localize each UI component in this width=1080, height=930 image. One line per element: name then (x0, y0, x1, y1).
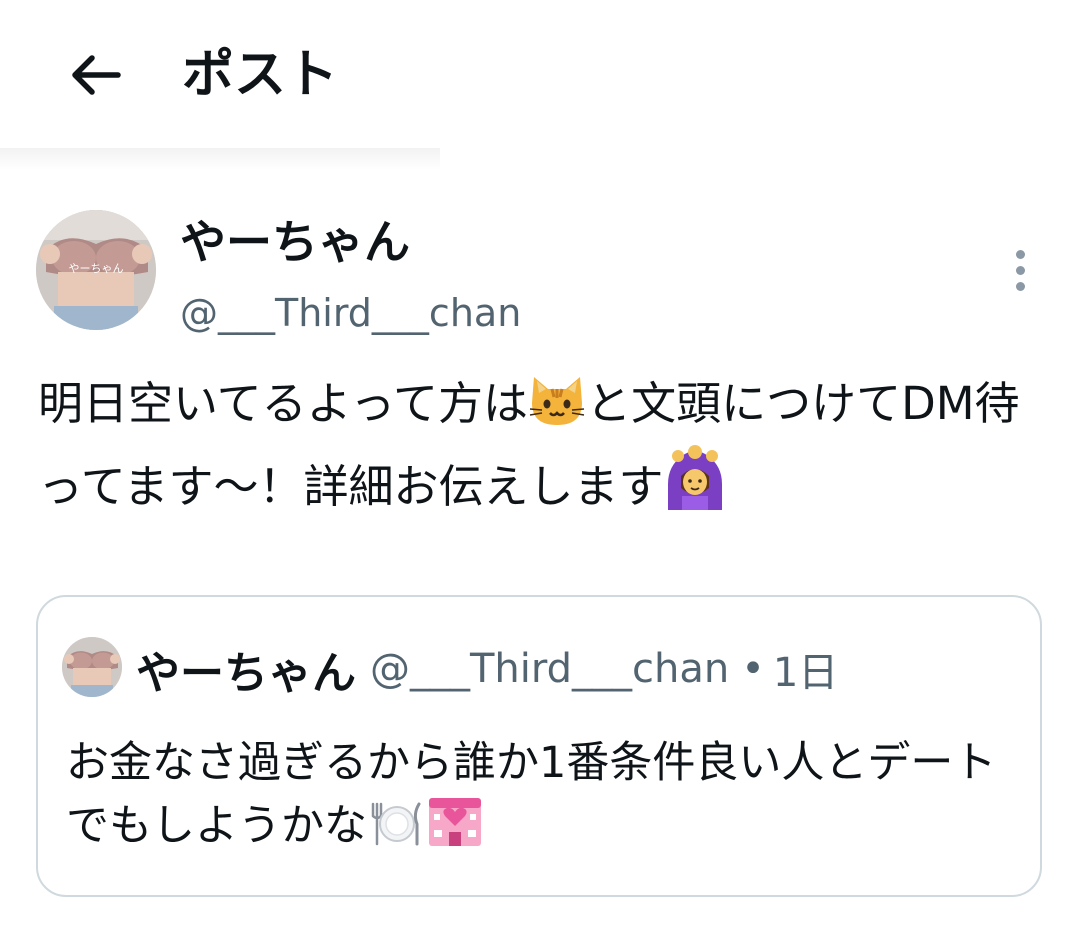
fork-knife-plate-emoji (367, 798, 425, 865)
quoted-display-name: やーちゃん (136, 648, 356, 699)
more-options-button[interactable] (1000, 244, 1040, 296)
avatar-photo: やーちゃん (36, 210, 156, 330)
author-display-name[interactable]: やーちゃん (180, 212, 410, 272)
page-title: ポスト (182, 45, 339, 105)
quoted-avatar[interactable] (62, 637, 122, 697)
top-bar: ポスト (0, 0, 1080, 150)
more-dot (1015, 265, 1025, 275)
love-hotel-emoji (425, 794, 485, 865)
quoted-handle: @___Third___chan (370, 646, 730, 692)
more-dot (1015, 281, 1025, 291)
post-text-part1: 明日空いてるよって方は (38, 377, 529, 430)
svg-text:やーちゃん: やーちゃん (69, 262, 124, 275)
post-detail-page: ポスト やーちゃん やーちゃん @___Third___chan 明日空いてるよ… (0, 0, 1080, 930)
quoted-avatar-photo (62, 637, 122, 697)
avatar[interactable]: やーちゃん (36, 210, 156, 330)
cat-face-emoji (528, 373, 586, 444)
quoted-text-body: お金なさ過ぎるから誰か1番条件良い人とデートでもしようかな (66, 738, 997, 851)
person-gesturing-ok-emoji (664, 444, 726, 527)
quoted-post-meta: やーちゃん @___Third___chan • 1日 (136, 639, 838, 699)
separator-dot: • (741, 646, 765, 692)
more-vertical-icon (1015, 249, 1025, 259)
back-button[interactable] (62, 45, 130, 105)
arrow-left-icon (72, 55, 121, 95)
quoted-post-card[interactable]: やーちゃん @___Third___chan • 1日 お金なさ過ぎるから誰か1… (36, 595, 1042, 897)
quoted-post-text: お金なさ過ぎるから誰か1番条件良い人とデートでもしようかな (66, 732, 1026, 865)
author-handle[interactable]: @___Third___chan (180, 288, 521, 338)
post-text: 明日空いてるよって方は と文頭につけてDM待ってます〜！詳細お伝えします (38, 372, 1048, 527)
quoted-timestamp: 1日 (772, 650, 839, 696)
header-shadow (0, 148, 440, 170)
